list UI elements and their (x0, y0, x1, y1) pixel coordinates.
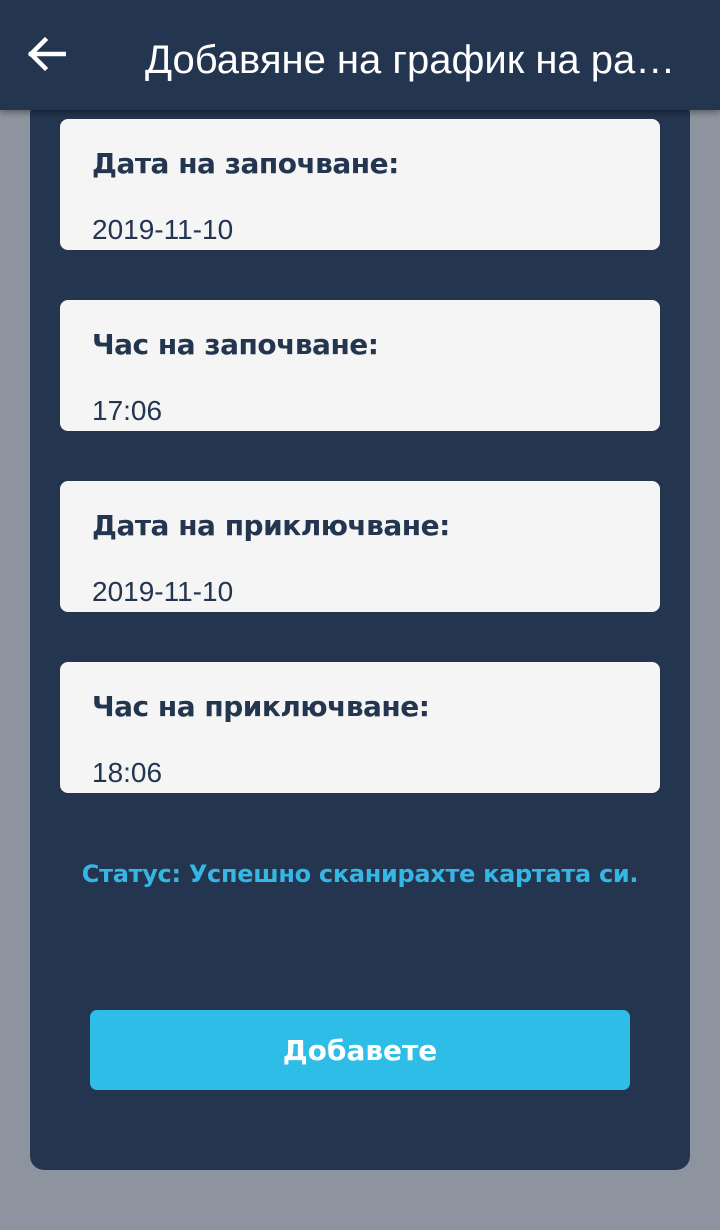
start-date-label: Дата на започване: (92, 147, 399, 180)
end-date-value: 2019-11-10 (92, 576, 234, 607)
start-time-value: 17:06 (92, 395, 163, 426)
end-date-label: Дата на приключване: (92, 509, 450, 542)
page-title: Добавяне на график на работа (145, 38, 695, 82)
start-date-value: 2019-11-10 (92, 214, 234, 245)
back-button[interactable] (18, 28, 74, 80)
add-button[interactable]: Добавете (90, 1010, 630, 1090)
start-time-label: Час на започване: (92, 328, 379, 361)
schedule-form-panel: Дата на започване: 2019-11-10 Час на зап… (30, 100, 690, 1170)
start-date-field[interactable]: Дата на започване: 2019-11-10 (60, 119, 660, 250)
arrow-left-icon (27, 36, 66, 72)
end-time-label: Час на приключване: (92, 690, 430, 723)
end-time-field[interactable]: Час на приключване: 18:06 (60, 662, 660, 793)
status-message: Статус: Успешно сканирахте картата си. (81, 860, 639, 888)
app-bar: Добавяне на график на работа (0, 0, 720, 110)
end-time-value: 18:06 (92, 757, 163, 788)
end-date-field[interactable]: Дата на приключване: 2019-11-10 (60, 481, 660, 612)
start-time-field[interactable]: Час на започване: 17:06 (60, 300, 660, 431)
